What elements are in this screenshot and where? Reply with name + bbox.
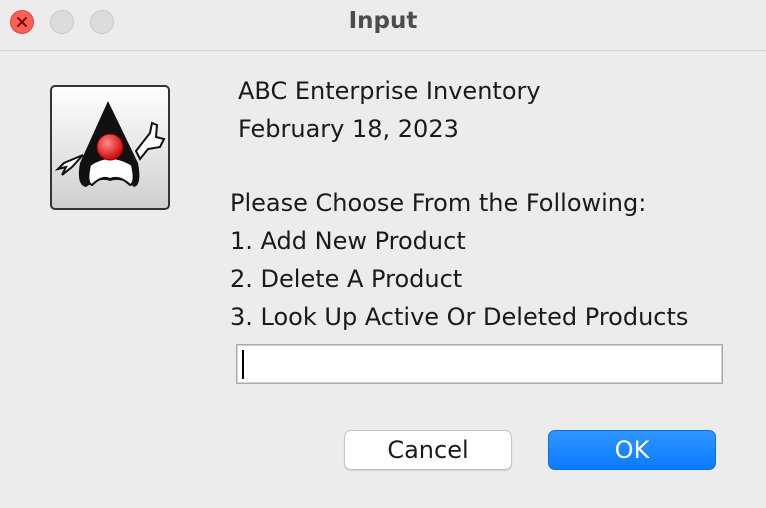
message-line-date: February 18, 2023 [238, 115, 459, 143]
text-caret [242, 350, 244, 379]
title-bar: Input [0, 0, 766, 51]
message-line-option-2: 2. Delete A Product [230, 265, 463, 293]
message-line-option-1: 1. Add New Product [230, 227, 466, 255]
input-dialog: Input ABC Enterprise Inventory February … [0, 0, 766, 508]
choice-input[interactable] [236, 344, 723, 384]
window-title: Input [348, 8, 418, 34]
message-line-title: ABC Enterprise Inventory [238, 77, 541, 105]
cancel-button[interactable]: Cancel [344, 430, 512, 470]
message-line-option-3: 3. Look Up Active Or Deleted Products [230, 303, 689, 331]
ok-button[interactable]: OK [548, 430, 716, 470]
java-duke-icon [50, 85, 170, 210]
message-line-prompt: Please Choose From the Following: [230, 189, 647, 217]
